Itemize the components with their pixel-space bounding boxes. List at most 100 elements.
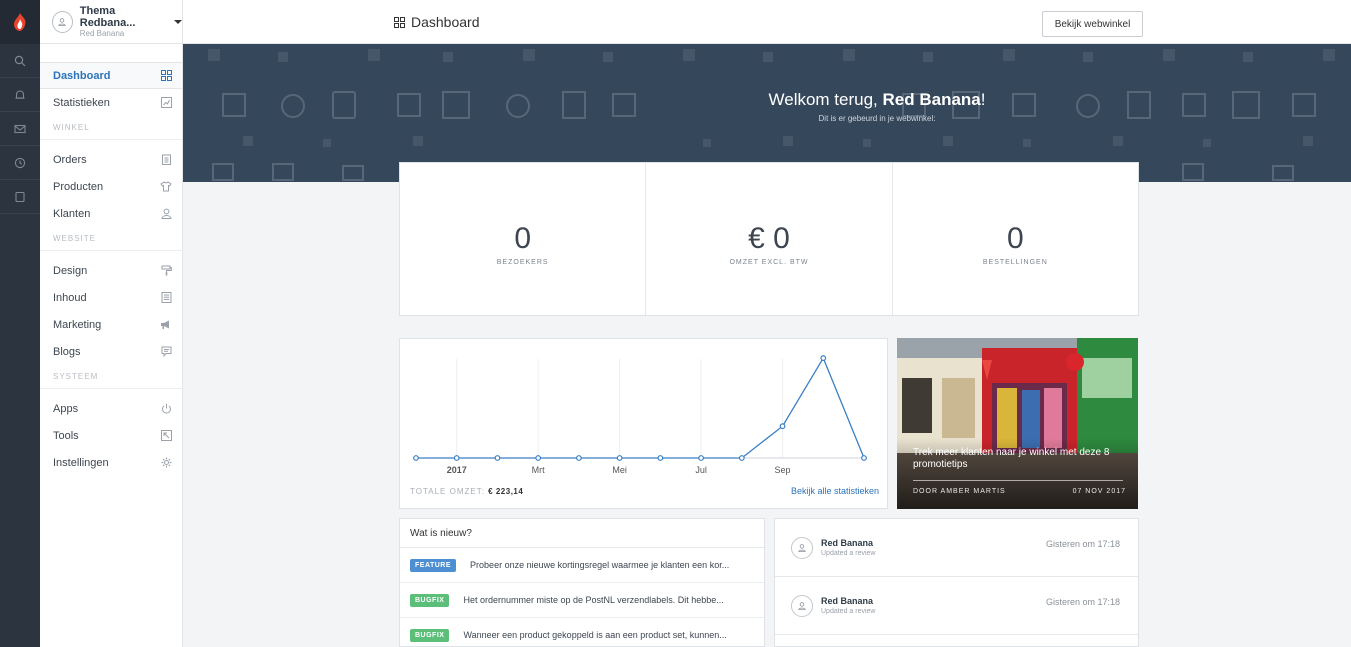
sidebar-item-label: Design (53, 264, 88, 277)
blog-promo-card[interactable]: Trek meer klanten naar je winkel met dez… (897, 338, 1138, 509)
sidebar-item-statistieken[interactable]: Statistieken (40, 89, 182, 116)
sidebar-item-marketing[interactable]: Marketing (40, 311, 182, 338)
rail-pages[interactable] (0, 180, 40, 214)
view-shop-button[interactable]: Bekijk webwinkel (1042, 11, 1143, 37)
megaphone-icon (161, 320, 169, 329)
welcome-exclaim: ! (980, 90, 986, 109)
document-icon (161, 292, 172, 303)
bell-icon (15, 89, 25, 99)
sidebar-item-instellingen[interactable]: Instellingen (40, 449, 182, 476)
rail-messages[interactable] (0, 112, 40, 146)
stat-label: BEZOEKERS (496, 258, 549, 266)
welcome-greeting: Welkom terug, (768, 90, 883, 109)
total-revenue-label: TOTALE OMZET: (410, 487, 485, 496)
chart-point (738, 455, 745, 461)
chart-series-line (416, 356, 865, 459)
avatar (791, 536, 813, 559)
activity-item[interactable]: Red Banana Updated a review Gisteren om … (775, 519, 1138, 577)
rail-help[interactable] (0, 146, 40, 180)
user-icon (161, 208, 172, 219)
shop-owner: Red Banana (79, 28, 125, 38)
whats-new-title: Wat is nieuw? (400, 519, 764, 548)
chart-point (779, 423, 786, 430)
total-revenue: TOTALE OMZET: € 223,14 (410, 487, 523, 496)
rail-notifications[interactable] (0, 78, 40, 112)
stat-visitors: 0 BEZOEKERS (400, 163, 647, 315)
chart-point (657, 455, 664, 461)
sidebar-item-label: Dashboard (53, 69, 111, 82)
activity-time: Gisteren om 17:18 (1045, 597, 1120, 607)
whats-new-card: Wat is nieuw? FEATURE Probeer onze nieuw… (399, 518, 765, 647)
chart-icon (161, 97, 172, 108)
activity-description: Updated a review (821, 550, 876, 557)
sidebar-item-dashboard[interactable]: Dashboard (40, 62, 182, 89)
top-bar: Dashboard Bekijk webwinkel (183, 0, 1351, 44)
feature-badge: FEATURE (410, 558, 457, 572)
dashboard-grid-icon (394, 16, 405, 28)
shop-switcher[interactable]: Thema Redbana... Red Banana (40, 0, 182, 44)
activity-time: Gisteren om 17:18 (1045, 539, 1120, 549)
sidebar-item-label: Producten (53, 180, 104, 193)
search-icon (14, 55, 26, 66)
sidebar-item-blogs[interactable]: Blogs (40, 338, 182, 365)
app-rail (0, 0, 40, 647)
avatar (791, 594, 813, 617)
activity-feed-card: Red Banana Updated a review Gisteren om … (774, 518, 1139, 647)
promo-date: 07 NOV 2017 (1072, 488, 1126, 495)
stat-value: 0 (1006, 221, 1024, 255)
revenue-chart: 2017 Mrt Mei Jul Sep (413, 355, 867, 475)
chart-point (861, 455, 867, 461)
bugfix-badge: BUGFIX (410, 593, 450, 607)
news-item[interactable]: BUGFIX Het ordernummer miste op de PostN… (400, 583, 764, 618)
sidebar-item-producten[interactable]: Producten (40, 173, 182, 200)
section-systeem: SYSTEEM (40, 365, 182, 389)
shop-avatar (52, 10, 73, 33)
sidebar-item-design[interactable]: Design (40, 257, 182, 284)
flame-icon (14, 13, 26, 31)
sidebar-item-tools[interactable]: Tools (40, 422, 182, 449)
shop-name: Thema Redbana... (79, 4, 136, 29)
sidebar-item-orders[interactable]: Orders (40, 146, 182, 173)
chart-point (698, 455, 704, 461)
activity-item[interactable]: Red Banana Updated a review Gisteren om … (775, 577, 1138, 635)
sidebar: Thema Redbana... Red Banana Dashboard St… (40, 0, 183, 647)
stats-card: 0 BEZOEKERS € 0 OMZET EXCL. BTW 0 BESTEL… (399, 162, 1139, 316)
promo-author: DOOR AMBER MARTIS (913, 488, 1006, 495)
promo-divider (913, 480, 1123, 481)
news-item-text: Het ordernummer miste op de PostNL verze… (463, 595, 724, 605)
user-icon (798, 543, 806, 552)
chart-point (494, 455, 501, 461)
welcome-subtitle: Dit is er gebeurd in je webwinkel: (818, 114, 936, 123)
stat-value: 0 (514, 221, 531, 255)
page-title: Dashboard (394, 14, 480, 30)
news-item-text: Probeer onze nieuwe kortingsregel waarme… (470, 560, 730, 570)
news-item[interactable]: BUGFIX Wanneer een product gekoppeld is … (400, 618, 764, 646)
dashboard-grid-icon (161, 70, 172, 81)
sidebar-item-klanten[interactable]: Klanten (40, 200, 182, 227)
activity-user: Red Banana (821, 596, 874, 606)
sidebar-item-label: Apps (53, 402, 79, 415)
lightspeed-logo[interactable] (0, 0, 40, 44)
chart-tick-label: Mei (612, 465, 627, 475)
rail-search[interactable] (0, 44, 40, 78)
sidebar-item-label: Tools (53, 429, 79, 442)
chart-point (576, 455, 582, 461)
sidebar-item-inhoud[interactable]: Inhoud (40, 284, 182, 311)
stat-revenue: € 0 OMZET EXCL. BTW (646, 163, 893, 315)
chart-point (535, 455, 542, 461)
promo-title: Trek meer klanten naar je winkel met dez… (913, 447, 1110, 470)
chat-icon (161, 346, 172, 357)
sidebar-item-label: Marketing (53, 318, 102, 331)
welcome-heading: Welkom terug, Red Banana! (183, 90, 1351, 110)
sidebar-item-apps[interactable]: Apps (40, 395, 182, 422)
view-statistics-link[interactable]: Bekijk alle statistieken (791, 486, 879, 496)
storefront-photo (897, 338, 1138, 509)
chart-tick-label: Jul (695, 465, 707, 475)
chart-tick-label: Mrt (532, 465, 545, 475)
activity-description: Updated a review (821, 608, 876, 615)
sidebar-item-label: Klanten (53, 207, 91, 220)
power-icon (162, 403, 171, 414)
total-revenue-value: € 223,14 (488, 487, 524, 496)
news-item[interactable]: FEATURE Probeer onze nieuwe kortingsrege… (400, 548, 764, 583)
sidebar-item-label: Inhoud (53, 291, 87, 304)
